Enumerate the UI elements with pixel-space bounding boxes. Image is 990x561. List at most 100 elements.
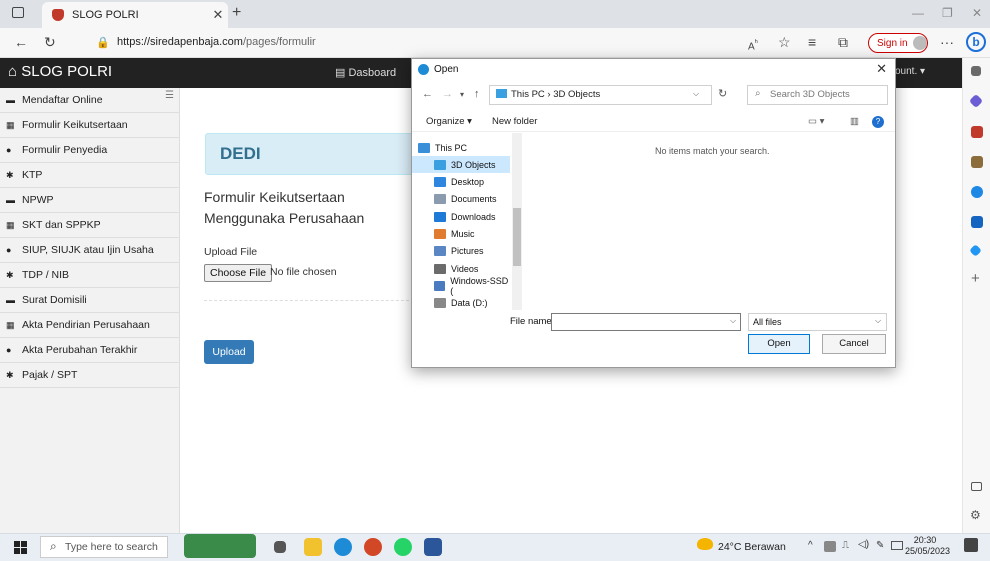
favorites-list-icon[interactable]: ≡: [808, 34, 816, 50]
restore-icon[interactable]: ❐: [942, 6, 953, 20]
windows-start-icon[interactable]: [14, 541, 27, 554]
collections-icon[interactable]: ⧉: [838, 34, 848, 51]
sidebar-item[interactable]: ● SIUP, SIUJK atau Ijin Usaha: [0, 238, 180, 263]
taskbar-search[interactable]: Type here to search: [40, 536, 168, 558]
tree-item-label: Windows-SSD (: [450, 275, 509, 296]
volume-icon[interactable]: ◁): [858, 539, 869, 550]
tray-app-icon[interactable]: [824, 541, 836, 552]
tray-chevron-icon[interactable]: ^: [808, 540, 813, 551]
form-title: Formulir Keikutsertaan Menggunaka Perusa…: [204, 189, 365, 226]
dialog-path-bar[interactable]: This PC › 3D Objects: [489, 85, 712, 105]
sign-in-button[interactable]: Sign in: [868, 33, 928, 53]
network-icon[interactable]: ⎍: [842, 540, 849, 551]
split-screen-icon[interactable]: [971, 482, 982, 491]
sidebar-item[interactable]: ✱ KTP: [0, 163, 180, 188]
file-explorer-icon[interactable]: [304, 538, 322, 556]
sidebar-item[interactable]: ✱ Pajak / SPT: [0, 363, 180, 388]
filter-dropdown-icon[interactable]: ⌵: [875, 316, 881, 326]
dialog-close-icon[interactable]: ✕: [876, 61, 887, 77]
tree-scroll-thumb[interactable]: [513, 208, 521, 266]
dialog-titlebar: Open ✕: [412, 58, 895, 80]
close-window-icon[interactable]: ✕: [972, 6, 982, 20]
back-icon[interactable]: ←: [14, 34, 28, 50]
preview-pane-icon[interactable]: ▥: [850, 116, 859, 127]
sidebar-toggle-icon[interactable]: ☰: [165, 90, 174, 101]
sidebar-item[interactable]: ✱ TDP / NIB: [0, 263, 180, 288]
bing-icon[interactable]: b: [966, 32, 986, 52]
browser-tab[interactable]: SLOG POLRI ✕: [42, 2, 228, 28]
sidebar-item[interactable]: ● Akta Perubahan Terakhir: [0, 338, 180, 363]
dialog-back-icon[interactable]: ←: [422, 88, 433, 100]
dialog-forward-icon[interactable]: →: [442, 88, 453, 100]
tree-item[interactable]: 3D Objects: [412, 156, 510, 174]
dialog-recent-icon[interactable]: ▾: [460, 90, 464, 99]
nav-account[interactable]: ount. ▾: [895, 66, 925, 77]
notifications-icon[interactable]: [964, 538, 978, 552]
search-sidebar-icon[interactable]: [971, 66, 981, 76]
sidebar-settings-icon[interactable]: ⚙: [970, 508, 981, 522]
refresh-icon[interactable]: ↻: [44, 34, 56, 51]
new-folder-button[interactable]: New folder: [492, 116, 537, 127]
dialog-search-input[interactable]: Search 3D Objects: [747, 85, 888, 105]
keyboard-icon[interactable]: [891, 541, 903, 550]
close-tab-icon[interactable]: ✕: [208, 7, 228, 23]
sidebar-item-label: NPWP: [22, 194, 54, 206]
sidebar-item-label: Mendaftar Online: [22, 94, 103, 106]
site-brand[interactable]: ⌂ SLOG POLRI: [8, 63, 112, 80]
tree-item[interactable]: Documents: [412, 191, 510, 208]
tools-icon[interactable]: [971, 126, 983, 138]
powerpoint-icon[interactable]: [364, 538, 382, 556]
tree-item[interactable]: Downloads: [412, 208, 510, 225]
word-icon[interactable]: [424, 538, 442, 556]
file-name-dropdown-icon[interactable]: ⌵: [730, 316, 736, 326]
sidebar-item[interactable]: ▦ Akta Pendirian Perusahaan: [0, 313, 180, 338]
weather-status[interactable]: 24°C Berawan: [718, 541, 786, 553]
nav-dashboard[interactable]: ▤ Dasboard: [335, 66, 396, 79]
search-highlight-image[interactable]: [184, 534, 256, 558]
dialog-refresh-icon[interactable]: ↻: [718, 87, 727, 100]
organize-button[interactable]: Organize ▾: [426, 116, 472, 127]
tree-item[interactable]: Windows-SSD (: [412, 275, 510, 296]
help-icon[interactable]: ?: [872, 116, 884, 128]
games-icon[interactable]: [971, 156, 983, 168]
read-aloud-icon[interactable]: Aʰ: [748, 37, 758, 52]
outlook-icon[interactable]: [971, 216, 983, 228]
favorite-icon[interactable]: ☆: [778, 34, 791, 51]
office-icon[interactable]: [971, 186, 983, 198]
tree-item[interactable]: Music: [412, 226, 510, 243]
sidebar-item[interactable]: ▦ SKT dan SPPKP: [0, 213, 180, 238]
taskbar-clock[interactable]: 20:30 25/05/2023: [905, 535, 950, 557]
upload-button[interactable]: Upload: [204, 340, 254, 364]
sidebar-item[interactable]: ▦ Formulir Keikutsertaan: [0, 113, 180, 138]
file-name-input[interactable]: [551, 313, 741, 331]
pen-icon[interactable]: ✎: [876, 540, 884, 551]
minimize-icon[interactable]: —: [912, 6, 924, 20]
tree-item-label: Videos: [451, 263, 479, 274]
url-field[interactable]: https://siredapenbaja.com/pages/formulir: [117, 36, 316, 48]
task-view-icon[interactable]: [274, 541, 286, 553]
sidebar-item[interactable]: ▬ Mendaftar Online: [0, 88, 180, 113]
dialog-up-icon[interactable]: ↑: [474, 88, 480, 100]
sidebar-item[interactable]: ▬ Surat Domisili: [0, 288, 180, 313]
tree-item[interactable]: Data (D:): [412, 295, 510, 312]
whatsapp-icon[interactable]: [394, 538, 412, 556]
tree-item[interactable]: Pictures: [412, 243, 510, 260]
choose-file-button[interactable]: Choose File: [204, 264, 273, 282]
tree-item[interactable]: This PC: [412, 139, 510, 156]
tree-item-label: Data (D:): [451, 298, 488, 309]
sidebar-item[interactable]: ▬ NPWP: [0, 188, 180, 213]
add-sidebar-icon[interactable]: +: [971, 270, 980, 287]
file-type-filter[interactable]: All files: [748, 313, 887, 331]
view-options-icon[interactable]: ▭ ▾: [808, 116, 824, 127]
edge-icon[interactable]: [334, 538, 352, 556]
tree-item[interactable]: Videos: [412, 260, 510, 277]
tree-item[interactable]: Desktop: [412, 174, 510, 191]
open-button[interactable]: Open: [748, 334, 810, 354]
tab-actions-icon[interactable]: [12, 7, 24, 18]
new-tab-icon[interactable]: +: [232, 4, 241, 22]
cancel-button[interactable]: Cancel: [822, 334, 886, 354]
path-dropdown-icon[interactable]: ⌵: [693, 89, 699, 99]
lock-icon[interactable]: 🔒: [96, 36, 110, 49]
sidebar-item[interactable]: ● Formulir Penyedia: [0, 138, 180, 163]
more-icon[interactable]: ···: [940, 34, 954, 50]
